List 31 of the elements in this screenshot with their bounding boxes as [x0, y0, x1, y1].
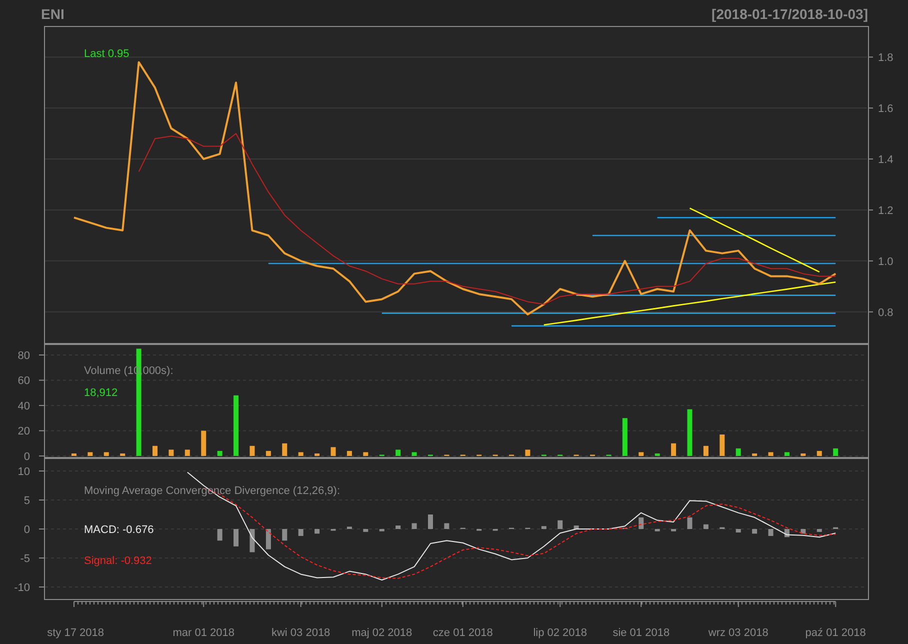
y-axis-label: 1.8: [878, 52, 894, 64]
y-axis-label: 20: [18, 426, 30, 438]
y-axis-label: 10: [18, 466, 30, 478]
y-axis-label: 1.6: [878, 103, 894, 116]
y-axis-label: -5: [20, 553, 30, 565]
volume-value: 18,912: [84, 387, 118, 399]
date-range: [2018-01-17/2018-10-03]: [712, 5, 868, 24]
y-axis-label: 1.0: [878, 256, 894, 268]
y-axis-label: 5: [24, 495, 30, 507]
y-axis-label: 80: [18, 350, 30, 362]
y-axis-label: 1.2: [878, 204, 894, 217]
x-axis-label: lip 02 2018: [533, 627, 588, 639]
macd-value: MACD: -0.676: [84, 524, 154, 536]
x-axis-label: maj 02 2018: [352, 627, 412, 639]
chart-symbol: ENI: [41, 5, 64, 24]
y-axis-label: -10: [14, 582, 30, 594]
y-axis-label: 60: [18, 375, 30, 388]
x-axis-label: paź 01 2018: [805, 627, 866, 639]
x-axis-label: kwi 03 2018: [271, 627, 330, 639]
y-axis-label: 40: [18, 400, 30, 412]
y-axis-label: 0: [24, 524, 30, 536]
x-axis-label: wrz 03 2018: [708, 627, 768, 639]
y-axis-label: 1.4: [878, 154, 894, 166]
x-axis-label: mar 01 2018: [172, 627, 234, 639]
y-axis-label: 0: [24, 450, 30, 463]
x-axis-label: cze 01 2018: [432, 627, 493, 639]
signal-value: Signal: -0.932: [84, 555, 152, 567]
x-axis-label: sie 01 2018: [612, 627, 670, 639]
y-axis-label: 0.8: [878, 306, 894, 319]
x-axis-label: sty 17 2018: [47, 627, 104, 639]
last-price-label: Last 0.95: [84, 48, 130, 60]
